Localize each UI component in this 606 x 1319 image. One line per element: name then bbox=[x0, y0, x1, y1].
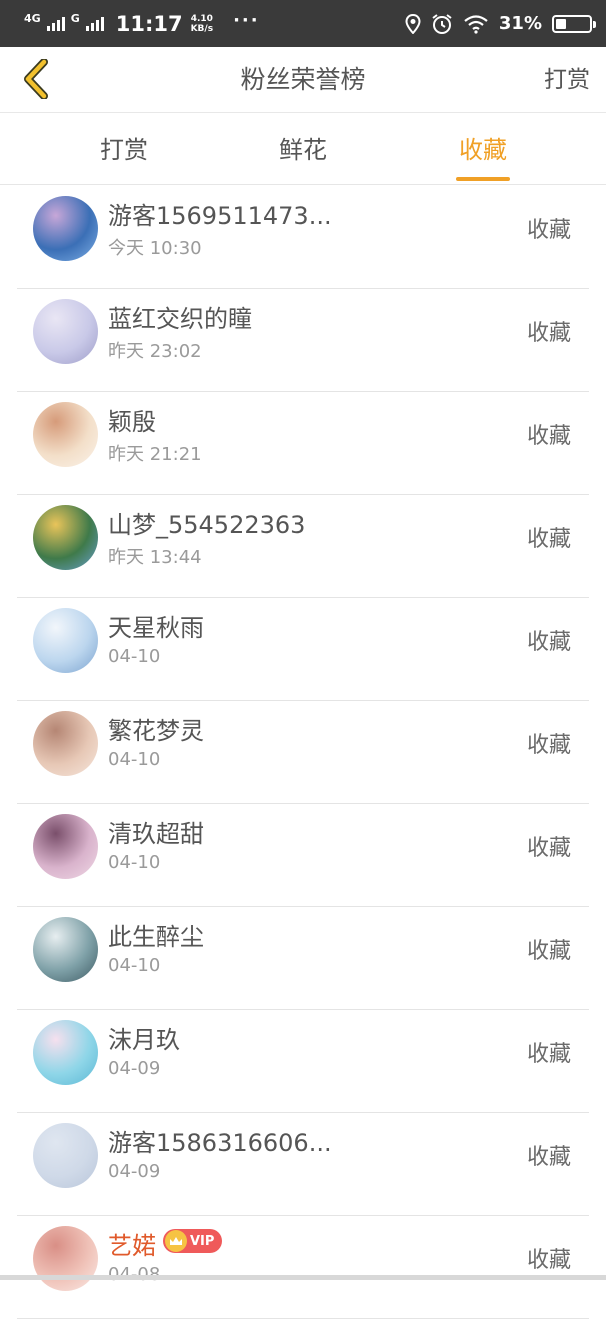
avatar[interactable] bbox=[33, 917, 98, 982]
action-label: 收藏 bbox=[526, 218, 571, 243]
status-bar: 4G G 11:17 4.10 KB/s ··· 31% bbox=[0, 0, 606, 47]
back-button[interactable] bbox=[12, 55, 60, 103]
active-tab-indicator bbox=[456, 177, 510, 181]
fan-time: 04-10 bbox=[108, 646, 161, 667]
fan-name[interactable]: 繁花梦灵 bbox=[108, 711, 204, 746]
avatar[interactable] bbox=[33, 814, 98, 879]
tab-flowers[interactable]: 鲜花 bbox=[253, 114, 353, 185]
fan-name[interactable]: 游客1586316606... bbox=[108, 1123, 332, 1158]
action-label: 收藏 bbox=[526, 733, 571, 758]
avatar[interactable] bbox=[33, 299, 98, 364]
tab-label: 收藏 bbox=[459, 136, 507, 164]
network-type-4g: 4G bbox=[24, 11, 41, 25]
list-item[interactable]: 颖殷昨天 21:21 收藏 bbox=[17, 392, 589, 495]
tab-label: 鲜花 bbox=[279, 136, 327, 164]
avatar[interactable] bbox=[33, 711, 98, 776]
action-label: 收藏 bbox=[526, 1248, 571, 1273]
speed-value: 4.10 bbox=[190, 13, 213, 24]
list-item[interactable]: 此生醉尘 04-10 收藏 bbox=[17, 907, 589, 1010]
list-item[interactable]: 天星秋雨 04-10 收藏 bbox=[17, 598, 589, 701]
avatar[interactable] bbox=[33, 402, 98, 467]
action-label: 收藏 bbox=[526, 1145, 571, 1170]
fan-time: 04-10 bbox=[108, 852, 161, 873]
fan-time: 昨天 13:44 bbox=[108, 547, 202, 568]
fan-time: 昨天 21:21 bbox=[108, 444, 202, 465]
location-icon bbox=[405, 13, 421, 34]
signal-bars-icon-2 bbox=[85, 16, 104, 31]
fan-time: 今天 10:30 bbox=[108, 238, 202, 259]
fan-name[interactable]: 蓝红交织的瞳 bbox=[108, 299, 252, 334]
fan-name[interactable]: 清玖超甜 bbox=[108, 814, 204, 849]
wifi-icon bbox=[464, 14, 488, 34]
action-label: 收藏 bbox=[526, 321, 571, 346]
list-item[interactable]: 山梦_554522363 昨天 13:44 收藏 bbox=[17, 495, 589, 598]
battery-icon bbox=[552, 14, 596, 33]
avatar[interactable] bbox=[33, 1226, 98, 1291]
signal-bars-icon bbox=[46, 16, 65, 31]
action-label: 收藏 bbox=[526, 630, 571, 655]
list-item[interactable]: 艺婼VIP04-08收藏 bbox=[17, 1216, 589, 1319]
fan-name[interactable]: 颖殷 bbox=[108, 402, 156, 437]
network-speed: 4.10 KB/s bbox=[191, 14, 213, 34]
tab-tips[interactable]: 打赏 bbox=[74, 114, 174, 185]
fan-name[interactable]: 游客1569511473... bbox=[108, 196, 332, 231]
fan-name[interactable]: 沫月玖 bbox=[108, 1020, 180, 1055]
list-item[interactable]: 蓝红交织的瞳昨天 23:02 收藏 bbox=[17, 289, 589, 392]
fan-time: 04-10 bbox=[108, 749, 161, 770]
fan-name[interactable]: 山梦_554522363 bbox=[108, 505, 305, 540]
avatar[interactable] bbox=[33, 1123, 98, 1188]
app-header: 粉丝荣誉榜 打赏 bbox=[0, 47, 606, 113]
fan-time: 04-09 bbox=[108, 1161, 161, 1182]
fan-name[interactable]: 天星秋雨 bbox=[108, 608, 204, 643]
battery-percent: 31% bbox=[498, 13, 542, 34]
action-label: 收藏 bbox=[526, 424, 571, 449]
fan-name[interactable]: 此生醉尘 bbox=[108, 917, 204, 952]
chevron-left-icon bbox=[24, 59, 48, 99]
list-item[interactable]: 清玖超甜 04-10 收藏 bbox=[17, 804, 589, 907]
fan-time: 04-09 bbox=[108, 1058, 161, 1079]
tip-button[interactable]: 打赏 bbox=[544, 47, 590, 113]
fan-list: 游客1569511473... 今天 10:30 收藏 蓝红交织的瞳 昨天 23:02 收… bbox=[0, 186, 606, 1319]
action-label: 收藏 bbox=[526, 1042, 571, 1067]
page-title: 粉丝荣誉榜 bbox=[240, 65, 366, 94]
alarm-icon bbox=[432, 13, 452, 34]
vip-label: VIP bbox=[190, 1233, 215, 1249]
action-label: 收藏 bbox=[526, 939, 571, 964]
cellular-signal-icon: 4G bbox=[24, 13, 41, 35]
tab-label: 打赏 bbox=[100, 136, 148, 164]
fan-name[interactable]: 艺婼 bbox=[108, 1226, 156, 1261]
tab-bar: 打赏 鲜花 收藏 bbox=[0, 114, 606, 185]
network-type-g: G bbox=[70, 11, 80, 25]
fan-time: 昨天 23:02 bbox=[108, 341, 202, 362]
avatar[interactable] bbox=[33, 1020, 98, 1085]
avatar[interactable] bbox=[33, 608, 98, 673]
speed-unit: KB/s bbox=[190, 23, 214, 34]
crown-icon bbox=[165, 1230, 187, 1252]
avatar[interactable] bbox=[33, 196, 98, 261]
avatar[interactable] bbox=[33, 505, 98, 570]
list-item[interactable]: 繁花梦灵 04-10 收藏 bbox=[17, 701, 589, 804]
fan-time: 04-10 bbox=[108, 955, 161, 976]
cellular-signal-icon-2: G bbox=[71, 13, 80, 35]
vip-badge: VIP bbox=[163, 1229, 223, 1253]
battery-fill bbox=[556, 18, 566, 29]
bottom-divider bbox=[0, 1275, 606, 1280]
clock: 11:17 bbox=[115, 11, 183, 36]
action-label: 收藏 bbox=[526, 527, 571, 552]
more-notifications-icon: ··· bbox=[233, 10, 260, 31]
tab-favorites[interactable]: 收藏 bbox=[433, 114, 533, 185]
list-item[interactable]: 游客1569511473... 今天 10:30 收藏 bbox=[17, 186, 589, 289]
list-item[interactable]: 沫月玖 04-09 收藏 bbox=[17, 1010, 589, 1113]
list-item[interactable]: 游客1586316606... 04-09 收藏 bbox=[17, 1113, 589, 1216]
action-label: 收藏 bbox=[526, 836, 571, 861]
